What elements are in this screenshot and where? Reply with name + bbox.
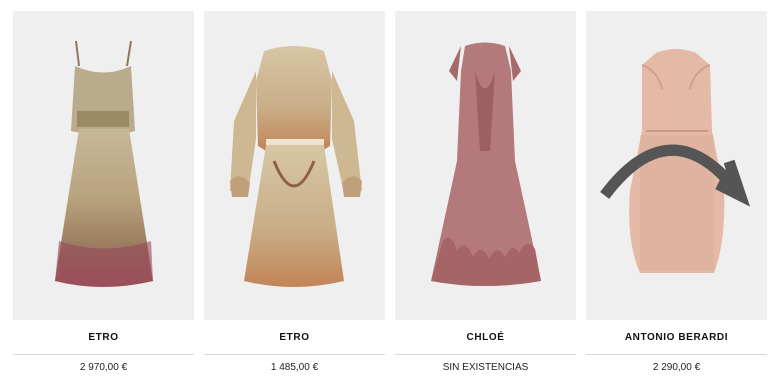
product-card[interactable]: CHLOÉ SIN EXISTENCIAS [395,11,576,379]
product-price: SIN EXISTENCIAS [395,355,576,379]
product-brand[interactable]: ETRO [204,320,385,355]
product-price: 2 970,00 € [13,355,194,379]
product-image[interactable] [395,11,576,320]
product-card[interactable]: ANTONIO BERARDI 2 290,00 € [586,11,767,379]
dress-icon [230,46,362,287]
product-image[interactable] [586,11,767,320]
rotate-icon[interactable] [586,11,763,316]
product-image[interactable] [204,11,385,320]
product-card[interactable]: ETRO 1 485,00 € [204,11,385,379]
product-grid: ETRO 2 970,00 € ETRO 1 485,00 € CHLOÉ SI… [0,0,775,379]
product-brand[interactable]: CHLOÉ [395,320,576,355]
dress-icon [431,42,541,286]
product-price: 1 485,00 € [204,355,385,379]
product-price: 2 290,00 € [586,355,767,379]
product-image[interactable] [13,11,194,320]
product-card[interactable]: ETRO 2 970,00 € [13,11,194,379]
product-brand[interactable]: ANTONIO BERARDI [586,320,767,355]
product-brand[interactable]: ETRO [13,320,194,355]
dress-icon [55,40,153,287]
